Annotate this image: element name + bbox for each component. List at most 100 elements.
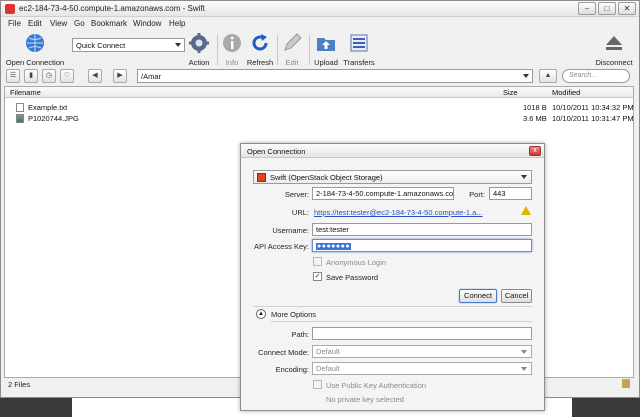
url-link[interactable]: https://test:tester@ec2-184-73-4-50.comp… bbox=[314, 208, 483, 217]
app-icon bbox=[5, 4, 15, 14]
column-filename[interactable]: Filename bbox=[10, 88, 41, 97]
eject-icon bbox=[606, 36, 622, 50]
back-button[interactable]: ◀ bbox=[88, 69, 102, 83]
disconnect-button[interactable]: Disconnect bbox=[593, 32, 635, 67]
column-size[interactable]: Size bbox=[503, 88, 518, 97]
upload-button[interactable]: Upload bbox=[313, 32, 339, 67]
username-field[interactable]: test:tester bbox=[312, 223, 532, 236]
info-button[interactable]: Info bbox=[221, 32, 243, 67]
bookmarks-toggle[interactable]: ▮ bbox=[24, 69, 38, 83]
minimize-button[interactable]: – bbox=[578, 2, 596, 15]
more-options-label[interactable]: More Options bbox=[271, 310, 316, 319]
encoding-value: Default bbox=[316, 364, 340, 373]
toolbar-divider bbox=[277, 35, 278, 65]
browser-view-toggle[interactable]: ☰ bbox=[6, 69, 20, 83]
transfers-label: Transfers bbox=[343, 58, 375, 67]
dialog-divider bbox=[253, 306, 532, 307]
quick-connect-select[interactable]: Quick Connect bbox=[72, 38, 185, 52]
refresh-button[interactable]: Refresh bbox=[246, 32, 274, 67]
connect-mode-value: Default bbox=[316, 347, 340, 356]
open-connection-label: Open Connection bbox=[5, 58, 65, 67]
anonymous-login-checkbox[interactable] bbox=[313, 257, 322, 266]
username-label: Username: bbox=[272, 226, 309, 235]
column-modified[interactable]: Modified bbox=[552, 88, 580, 97]
private-key-status: No private key selected bbox=[326, 395, 404, 404]
save-password-checkbox[interactable]: ✓ bbox=[313, 272, 322, 281]
refresh-icon bbox=[252, 34, 268, 51]
menu-go[interactable]: Go bbox=[74, 19, 85, 28]
warning-icon bbox=[521, 206, 531, 215]
connect-mode-select[interactable]: Default bbox=[312, 345, 532, 358]
history-toggle[interactable]: ◷ bbox=[42, 69, 56, 83]
transfers-button[interactable]: Transfers bbox=[343, 32, 375, 67]
file-size: 1018 B bbox=[523, 103, 547, 112]
encoding-select[interactable]: Default bbox=[312, 362, 532, 375]
menu-window[interactable]: Window bbox=[133, 19, 161, 28]
disclosure-toggle-icon[interactable]: ▲ bbox=[256, 309, 266, 319]
file-count: 2 Files bbox=[8, 380, 31, 389]
port-label: Port: bbox=[469, 190, 485, 199]
open-connection-button[interactable]: Open Connection bbox=[5, 32, 65, 67]
menu-bar: File Edit View Go Bookmark Window Help bbox=[1, 18, 639, 31]
search-input[interactable]: Search... bbox=[562, 69, 630, 83]
protocol-select[interactable]: Swift (OpenStack Object Storage) bbox=[253, 170, 532, 184]
api-access-key-field[interactable]: ●●●●●●● bbox=[312, 239, 532, 252]
menu-file[interactable]: File bbox=[8, 19, 21, 28]
image-file-icon bbox=[16, 114, 24, 123]
save-password-label: Save Password bbox=[326, 273, 379, 282]
open-connection-dialog: Open Connection x Swift (OpenStack Objec… bbox=[240, 143, 545, 411]
chevron-down-icon bbox=[175, 43, 181, 47]
info-label: Info bbox=[225, 58, 239, 67]
chevron-down-icon bbox=[521, 175, 527, 179]
dialog-title-bar: Open Connection x bbox=[241, 144, 544, 158]
upload-folder-icon bbox=[317, 38, 335, 51]
maximize-button[interactable]: □ bbox=[598, 2, 616, 15]
path-select[interactable]: /Amar bbox=[137, 69, 533, 83]
forward-button[interactable]: ▶ bbox=[113, 69, 127, 83]
chevron-down-icon bbox=[523, 74, 529, 78]
clock-icon: ◷ bbox=[45, 72, 53, 79]
edit-button[interactable]: Edit bbox=[281, 32, 303, 67]
close-button[interactable]: ✕ bbox=[618, 2, 636, 15]
anonymous-login-label: Anonymous Login bbox=[326, 258, 387, 267]
api-access-key-label: API Access Key: bbox=[253, 242, 309, 251]
action-label: Action bbox=[188, 58, 210, 67]
window-title: ec2-184-73-4-50.compute-1.amazonaws.com … bbox=[19, 4, 205, 13]
path-label: Path: bbox=[291, 330, 309, 339]
disconnect-label: Disconnect bbox=[595, 58, 633, 67]
toolbar: Open Connection Quick Connect Action Inf… bbox=[1, 32, 639, 68]
action-button[interactable]: Action bbox=[185, 32, 213, 67]
bonjour-toggle[interactable]: ♡ bbox=[60, 69, 74, 83]
parent-directory-button[interactable]: ▲ bbox=[539, 69, 557, 83]
edit-label: Edit bbox=[285, 58, 299, 67]
bonjour-icon: ♡ bbox=[63, 72, 71, 79]
server-label: Server: bbox=[284, 190, 309, 199]
file-row[interactable]: P1020744.JPG 3.6 MB 10/10/2011 10:31:47 … bbox=[5, 113, 634, 124]
cancel-button[interactable]: Cancel bbox=[501, 289, 532, 303]
gear-icon bbox=[189, 33, 209, 53]
encoding-label: Encoding: bbox=[275, 365, 309, 374]
public-key-checkbox[interactable] bbox=[313, 380, 322, 389]
menu-help[interactable]: Help bbox=[169, 19, 185, 28]
api-access-key-value: ●●●●●●● bbox=[316, 243, 352, 250]
file-row[interactable]: Example.txt 1018 B 10/10/2011 10:34:32 P… bbox=[5, 102, 634, 113]
protocol-value: Swift (OpenStack Object Storage) bbox=[270, 173, 383, 182]
file-modified: 10/10/2011 10:34:32 PM bbox=[552, 103, 634, 112]
info-icon bbox=[223, 34, 241, 52]
menu-edit[interactable]: Edit bbox=[28, 19, 42, 28]
navigation-bar: ☰ ▮ ◷ ♡ ◀ ▶ /Amar ▲ Search... bbox=[1, 68, 639, 84]
port-field[interactable]: 443 bbox=[489, 187, 532, 200]
dialog-title: Open Connection bbox=[247, 147, 306, 156]
menu-view[interactable]: View bbox=[50, 19, 67, 28]
bookmark-icon: ▮ bbox=[29, 72, 33, 79]
pencil-icon bbox=[284, 33, 302, 51]
list-view-icon: ☰ bbox=[9, 72, 17, 79]
text-file-icon bbox=[16, 103, 24, 112]
menu-bookmark[interactable]: Bookmark bbox=[91, 19, 127, 28]
file-list-header: Filename Size Modified bbox=[5, 87, 633, 98]
upload-label: Upload bbox=[314, 58, 338, 67]
connect-button[interactable]: Connect bbox=[459, 289, 497, 303]
path-field[interactable] bbox=[312, 327, 532, 340]
server-field[interactable]: 2-184-73-4-50.compute-1.amazonaws.com bbox=[312, 187, 454, 200]
dialog-close-button[interactable]: x bbox=[529, 146, 541, 156]
